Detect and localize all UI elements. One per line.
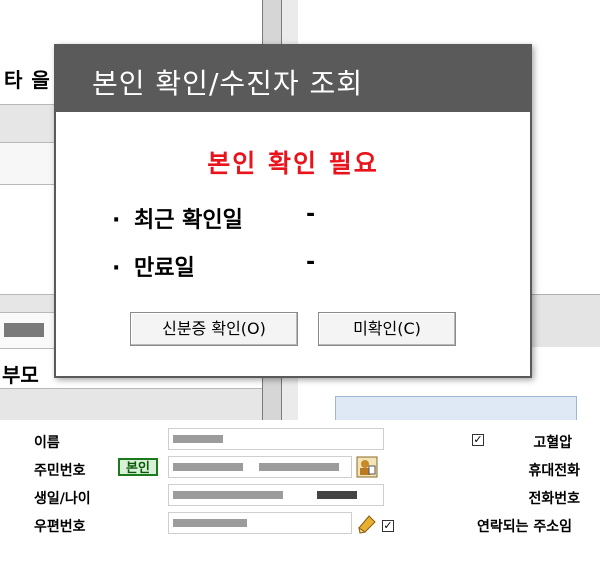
phone-label: 전화번호 [528, 491, 580, 507]
ssn-field[interactable] [168, 456, 352, 478]
zip-label: 우편번호 [34, 519, 86, 535]
expire-value: - [306, 250, 316, 275]
name-label: 이름 [34, 435, 60, 451]
redacted-text [173, 519, 247, 527]
background-selected-row [335, 396, 577, 422]
zip-field[interactable] [168, 512, 352, 534]
redacted-text [4, 323, 44, 337]
name-field[interactable] [168, 428, 384, 450]
bullet: · [112, 256, 121, 281]
birth-field[interactable] [168, 484, 384, 506]
birth-label: 생일/나이 [34, 491, 91, 507]
ssn-label: 주민번호 [34, 463, 86, 479]
address-search-icon[interactable] [356, 512, 378, 534]
background-row [0, 388, 262, 422]
lookup-person-icon[interactable] [356, 456, 378, 478]
recent-check-label: 최근 확인일 [134, 208, 243, 233]
recent-check-value: - [306, 202, 316, 227]
background-tab-label: 타 을 [4, 68, 51, 92]
contact-address-checkbox[interactable]: ✓ [382, 520, 394, 532]
self-badge[interactable]: 본인 [118, 458, 158, 476]
redacted-text [317, 491, 357, 499]
dialog-title: 본인 확인/수진자 조회 [92, 67, 364, 100]
bullet: · [112, 208, 121, 233]
patient-form: 이름 ✓ 고혈압 주민번호 본인 휴대전화 생일/나이 전화번호 우편번호 ✓ … [0, 420, 600, 573]
redacted-text [259, 463, 339, 471]
background-row-right [530, 294, 600, 347]
verification-status: 본인 확인 필요 [207, 149, 379, 178]
redacted-text [173, 435, 223, 443]
expire-row: · 만료일 - [112, 250, 315, 282]
hypertension-checkbox[interactable]: ✓ [472, 434, 484, 446]
redacted-text [173, 491, 283, 499]
unverified-button[interactable]: 미확인(C) [318, 312, 456, 346]
hypertension-label: 고혈압 [533, 435, 572, 451]
dialog-body: 본인 확인 필요 · 최근 확인일 - · 만료일 - 신분증 확인(O) 미확인(… [56, 112, 530, 376]
identity-check-dialog: 본인 확인/수진자 조회 본인 확인 필요 · 최근 확인일 - · 만료일 - 신… [54, 44, 532, 378]
expire-label: 만료일 [134, 256, 195, 281]
contact-address-label: 연락되는 주소임 [476, 519, 572, 535]
verify-id-button[interactable]: 신분증 확인(O) [130, 312, 298, 346]
recent-check-row: · 최근 확인일 - [112, 202, 315, 234]
background-label: 부모 [2, 363, 39, 387]
mobile-label: 휴대전화 [528, 463, 580, 479]
redacted-text [173, 463, 243, 471]
